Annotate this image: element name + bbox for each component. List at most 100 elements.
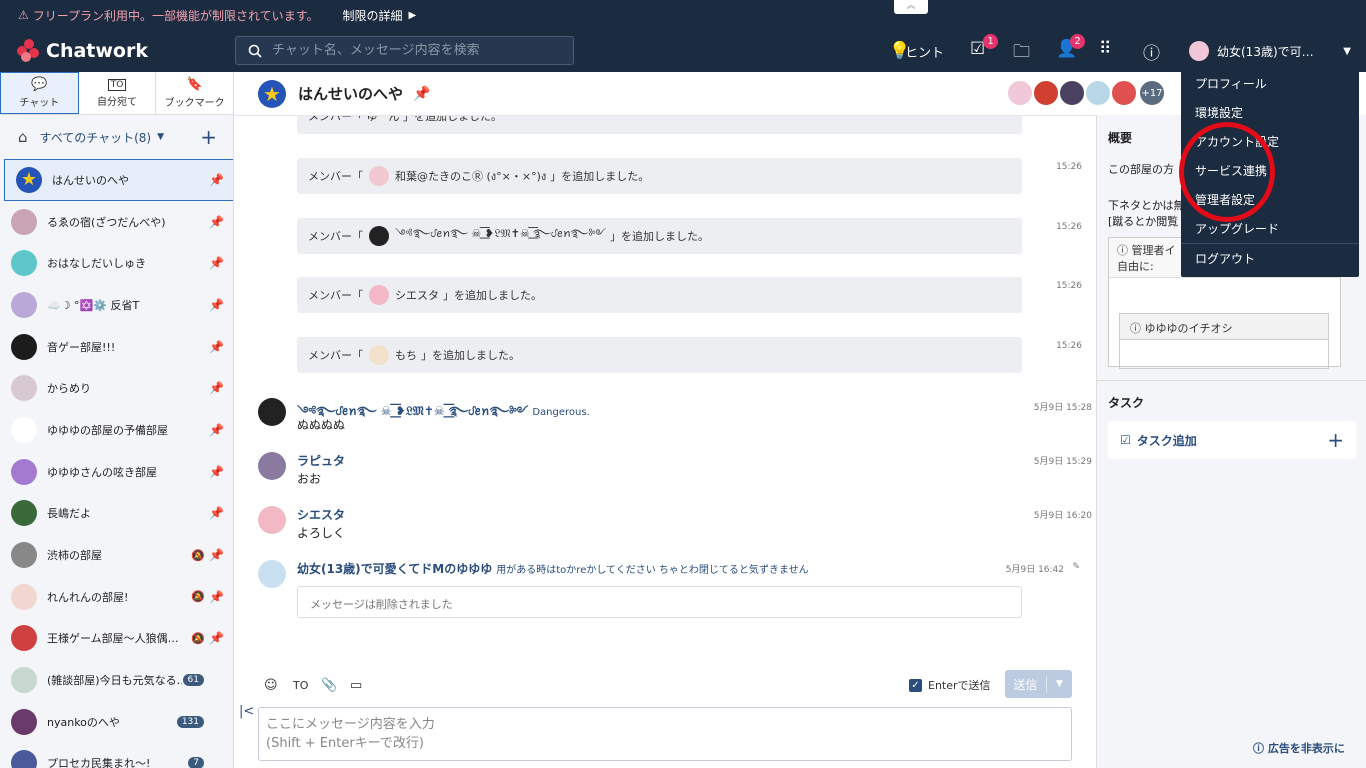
send-button-group[interactable]: 送信 ▼ xyxy=(1005,670,1072,698)
plus-icon[interactable]: + xyxy=(1327,428,1344,452)
send-button[interactable]: 送信 xyxy=(1005,675,1047,693)
room-name: nyankoのへや xyxy=(47,715,120,729)
sidebar-room-item[interactable]: 渋柿の部屋 🔕 📌 xyxy=(0,534,233,576)
room-name: るゑの宿(ざつだんべや) xyxy=(47,215,166,229)
sidebar-room-item[interactable]: おはなしだいしゅき 📌 xyxy=(0,242,233,284)
chatwork-logo[interactable]: Chatwork xyxy=(17,39,148,63)
sidebar-room-item[interactable]: 王様ゲーム部屋〜人狼偶… 🔕 📌 xyxy=(0,618,233,660)
pin-icon[interactable]: 📌 xyxy=(209,340,224,354)
sidebar-room-item[interactable]: れんれんの部屋! 🔕 📌 xyxy=(0,576,233,618)
video-call-icon[interactable]: ▭ xyxy=(350,678,362,693)
pin-icon[interactable]: 📌 xyxy=(209,506,224,520)
sender-avatar[interactable] xyxy=(258,560,286,588)
user-name: 幼女(13歳)で可… xyxy=(1217,44,1314,59)
limit-detail-link[interactable]: 制限の詳細 xyxy=(343,7,403,24)
user-menu-button[interactable]: 幼女(13歳)で可… ▼ xyxy=(1181,34,1359,68)
member-avatar[interactable] xyxy=(1006,79,1034,107)
add-chat-button[interactable]: + xyxy=(200,125,217,149)
pin-icon[interactable]: 📌 xyxy=(209,256,224,270)
sidebar-room-item[interactable]: ゆゆゆの部屋の予備部屋 📌 xyxy=(0,409,233,451)
logo-text: Chatwork xyxy=(46,40,148,62)
send-options-caret-icon[interactable]: ▼ xyxy=(1047,679,1072,689)
member-avatar[interactable] xyxy=(1058,79,1086,107)
room-name: プロセカ民集まれ〜! xyxy=(47,757,151,768)
system-message: メンバー「 もち 」を追加しました。 xyxy=(297,337,1022,373)
collapse-header-button[interactable]: ︽ xyxy=(894,0,928,14)
info-icon[interactable]: ⓘ xyxy=(1143,39,1160,64)
sender-avatar[interactable] xyxy=(258,398,286,426)
attach-file-icon[interactable]: 📎 xyxy=(321,678,337,693)
edit-pencil-icon[interactable]: ✎ xyxy=(1072,562,1080,572)
to-button[interactable]: TO xyxy=(293,679,308,692)
message-time: 15:26 xyxy=(1056,281,1082,291)
menu-item[interactable]: ログアウト xyxy=(1181,244,1359,273)
sidebar-room-item[interactable]: ゆゆゆさんの呟き部屋 📌 xyxy=(0,451,233,493)
menu-item[interactable]: プロフィール xyxy=(1181,69,1359,98)
pin-icon[interactable]: 📌 xyxy=(209,465,224,479)
pin-icon[interactable]: 📌 xyxy=(209,381,224,395)
sidebar-room-item[interactable]: 音ゲー部屋!!! 📌 xyxy=(0,326,233,368)
room-avatar xyxy=(11,625,37,652)
sidebar-room-item[interactable]: ☁️☽ °✡️⚙️ 反省T 📌 xyxy=(0,284,233,326)
tab-chat-label: チャット xyxy=(19,98,60,109)
sender-avatar[interactable] xyxy=(258,452,286,480)
menu-item[interactable]: アップグレード xyxy=(1181,214,1359,243)
hide-ads-link[interactable]: ⓘ 広告を非表示に xyxy=(1253,740,1345,756)
sender-avatar[interactable] xyxy=(258,506,286,534)
chat-filter-dropdown[interactable]: すべてのチャット(8) xyxy=(40,129,152,146)
search-input[interactable] xyxy=(272,43,552,58)
member-avatars[interactable]: +17 xyxy=(1006,79,1166,107)
emoji-icon[interactable]: ☺ xyxy=(264,678,278,693)
sidebar-room-item[interactable]: るゑの宿(ざつだんべや) 📌 xyxy=(0,201,233,243)
hint-button[interactable]: ヒント xyxy=(905,42,944,61)
message-time: 5月9日 16:20 xyxy=(1033,511,1092,521)
pin-icon[interactable]: 📌 xyxy=(413,86,430,102)
member-name: シエスタ xyxy=(395,289,439,302)
system-message-prefix: メンバー「 xyxy=(308,349,363,362)
member-avatar[interactable] xyxy=(369,345,389,365)
add-task-button[interactable]: ☑ タスク追加 + xyxy=(1108,421,1356,459)
sidebar-room-item[interactable]: からめり 📌 xyxy=(0,367,233,409)
member-avatar[interactable] xyxy=(369,226,389,246)
pin-icon[interactable]: 📌 xyxy=(209,298,224,312)
sidebar-room-item[interactable]: ★ はんせいのへや 📌 xyxy=(4,159,233,201)
folder-icon[interactable]: 🗀 xyxy=(1013,39,1030,68)
pin-icon[interactable]: 📌 xyxy=(209,173,224,187)
sender-name[interactable]: 幼女(13歳)で可愛くてドMのゆゆゆ 用がある時はtoかreかしてください ちゃと… xyxy=(297,560,809,577)
sidebar-room-item[interactable]: プロセカ民集まれ〜! 7 xyxy=(0,743,233,768)
message-input[interactable]: ここにメッセージ内容を入力 (Shift + Enterキーで改行) xyxy=(258,707,1072,761)
apps-grid-icon[interactable]: ⠿ xyxy=(1099,39,1111,59)
member-avatar[interactable] xyxy=(1110,79,1138,107)
tab-mentions[interactable]: TO 自分宛て xyxy=(79,72,157,114)
message-time: 15:26 xyxy=(1056,162,1082,172)
tab-bookmark[interactable]: 🔖 ブックマーク xyxy=(156,72,235,114)
collapse-sidebar-icon[interactable]: |< xyxy=(239,704,254,719)
home-icon[interactable]: ⌂ xyxy=(18,128,28,146)
sidebar-room-item[interactable]: (雑談部屋)今日も元気なる… 61 xyxy=(0,659,233,701)
pin-icon[interactable]: 📌 xyxy=(209,548,224,562)
checkbox-checked-icon[interactable]: ✓ xyxy=(909,678,922,692)
message-body: よろしく xyxy=(297,526,346,540)
more-members-count[interactable]: +17 xyxy=(1138,79,1166,107)
system-message: メンバー「 シエスタ 」を追加しました。 xyxy=(297,277,1022,313)
caret-down-icon[interactable]: ▼ xyxy=(157,132,164,142)
member-avatar[interactable] xyxy=(1032,79,1060,107)
sender-name[interactable]: シエスタ xyxy=(297,506,345,523)
tab-mentions-label: 自分宛て xyxy=(97,96,137,108)
room-avatar xyxy=(11,375,37,402)
member-avatar[interactable] xyxy=(1084,79,1112,107)
member-avatar[interactable] xyxy=(369,285,389,305)
sender-name[interactable]: ラピュタ xyxy=(297,452,345,469)
pin-icon[interactable]: 📌 xyxy=(209,423,224,437)
member-avatar[interactable] xyxy=(369,166,389,186)
pin-icon[interactable]: 📌 xyxy=(209,215,224,229)
divider xyxy=(1097,380,1366,381)
tab-chat[interactable]: 💬 チャット xyxy=(0,72,79,114)
sidebar-room-item[interactable]: nyankoのへや 131 xyxy=(0,701,233,743)
pin-icon[interactable]: 📌 xyxy=(209,590,224,604)
pin-icon[interactable]: 📌 xyxy=(209,631,224,645)
sidebar-room-item[interactable]: 長嶋だよ 📌 xyxy=(0,493,233,535)
search-box[interactable] xyxy=(235,36,574,65)
menu-item[interactable]: 環境設定 xyxy=(1181,98,1359,127)
enter-to-send-toggle[interactable]: ✓ Enterで送信 xyxy=(909,677,991,693)
